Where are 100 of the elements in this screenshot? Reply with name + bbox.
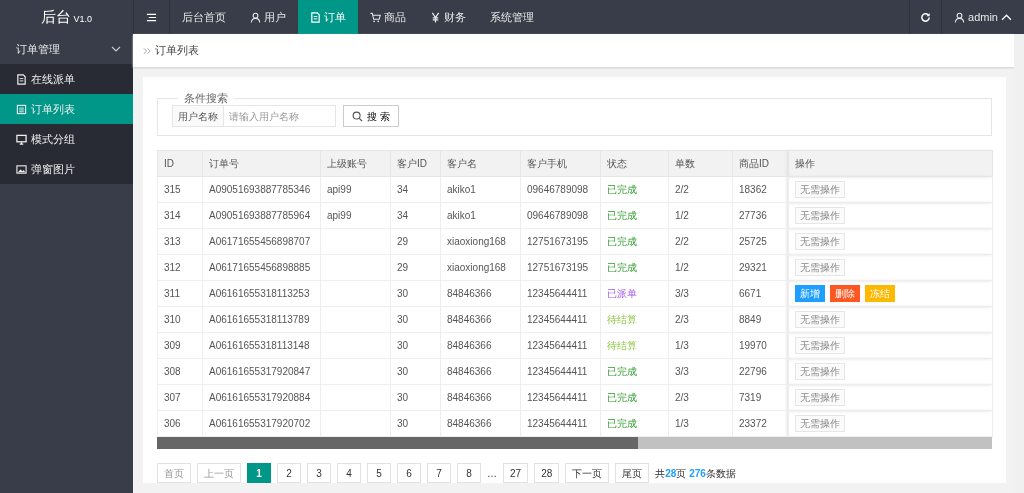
table-cell: 1/3 <box>675 340 689 351</box>
column-header: ID <box>157 150 203 177</box>
table-cell: 2/3 <box>675 392 689 403</box>
page-button[interactable]: 5 <box>367 463 391 483</box>
column-header: 操作 <box>788 150 993 177</box>
page-button[interactable]: 4 <box>337 463 361 483</box>
table-cell: 1/2 <box>675 210 689 221</box>
table-cell: 34 <box>397 184 409 195</box>
table-cell: A09051693887785964 <box>209 210 311 221</box>
status-text: 已派单 <box>607 288 637 299</box>
table-cell: 29 <box>397 236 409 247</box>
table-cell: A06171655456898885 <box>209 262 311 273</box>
pager-nav-button[interactable]: 尾页 <box>615 463 650 483</box>
table-cell: 30 <box>397 314 409 325</box>
sidebar-item[interactable]: 模式分组 <box>0 124 133 154</box>
column-header: 状态 <box>600 150 669 177</box>
page-button[interactable]: 28 <box>534 463 560 483</box>
column-header: 订单号 <box>202 150 321 177</box>
menu-icon <box>146 11 157 23</box>
table-cell: 23372 <box>739 418 767 429</box>
status-text: 已完成 <box>607 184 637 195</box>
page-button[interactable]: 1 <box>247 463 271 483</box>
column-header: 客户手机 <box>520 150 601 177</box>
table-cell: 313 <box>164 236 181 247</box>
cart-icon <box>370 11 381 23</box>
ellipsis-text: … <box>487 466 497 481</box>
status-text: 已完成 <box>607 236 637 247</box>
monitor-icon <box>16 133 27 145</box>
table-cell: 12751673195 <box>527 236 589 247</box>
sidebar-item[interactable]: 弹窗图片 <box>0 154 133 184</box>
table-cell: A06161655317920884 <box>209 392 311 403</box>
table-cell: 30 <box>397 366 409 377</box>
table-cell: 310 <box>164 314 181 325</box>
table-cell: 25725 <box>739 236 767 247</box>
nav-tab[interactable]: 系统管理 <box>478 0 546 34</box>
status-text: 已完成 <box>607 392 637 403</box>
table-cell: 12345644411 <box>527 392 588 403</box>
table-cell: 12345644411 <box>527 314 588 325</box>
table-cell: 84846366 <box>447 418 492 429</box>
page-button[interactable]: 2 <box>277 463 301 483</box>
pager-nav-button[interactable]: 下一页 <box>565 463 610 483</box>
table-cell: xiaoxiong168 <box>447 236 506 247</box>
table-cell: 18362 <box>739 184 767 195</box>
table-cell: 7319 <box>739 392 762 403</box>
version-label: V1.0 <box>73 13 92 24</box>
sidebar-item[interactable]: 在线派单 <box>0 64 133 94</box>
table-cell: 19970 <box>739 340 767 351</box>
table-cell: 29 <box>397 262 409 273</box>
table-cell: A06171655456898707 <box>209 236 311 247</box>
table-cell: 307 <box>164 392 181 403</box>
table-cell: 29321 <box>739 262 767 273</box>
nav-tab[interactable]: 商品 <box>358 0 418 34</box>
image-icon <box>16 163 27 175</box>
table-cell: 22796 <box>739 366 767 377</box>
table-cell: 30 <box>397 340 409 351</box>
chevron-icon <box>111 46 121 52</box>
table-cell: 12345644411 <box>527 288 588 299</box>
horizontal-scrollbar[interactable] <box>157 437 992 449</box>
column-header: 客户ID <box>390 150 441 177</box>
table-cell: api99 <box>327 184 352 195</box>
table-cell: 314 <box>164 210 181 221</box>
table-cell: 84846366 <box>447 314 492 325</box>
status-text: 待结算 <box>607 340 637 351</box>
page-button[interactable]: 8 <box>457 463 481 483</box>
page-button[interactable]: 27 <box>503 463 529 483</box>
table-cell: 30 <box>397 418 409 429</box>
table-cell: 84846366 <box>447 340 492 351</box>
table-cell: 312 <box>164 262 181 273</box>
user-icon <box>954 11 966 23</box>
nav-tab[interactable]: 用户 <box>238 0 298 34</box>
table-cell: akiko1 <box>447 210 476 221</box>
table-cell: 09646789098 <box>527 210 589 221</box>
username-input-field[interactable]: 请输入用户名称 <box>223 105 336 127</box>
list-icon <box>16 103 27 115</box>
table-cell: 30 <box>397 392 409 403</box>
logo-title: 后台 <box>41 6 71 27</box>
status-text: 已完成 <box>607 418 637 429</box>
column-header: 上级账号 <box>320 150 391 177</box>
table-cell: 34 <box>397 210 409 221</box>
table-cell: A06161655318113253 <box>209 288 310 299</box>
caret-icon <box>1001 11 1012 23</box>
page-button[interactable]: 7 <box>427 463 451 483</box>
table-cell: A06161655317920702 <box>209 418 311 429</box>
search-button[interactable]: 搜 索 <box>343 105 399 127</box>
nav-tab[interactable]: 财务 <box>418 0 478 34</box>
table-cell: 12345644411 <box>527 418 588 429</box>
page-button[interactable]: 6 <box>397 463 421 483</box>
table-cell: 308 <box>164 366 181 377</box>
table-cell: A06161655317920847 <box>209 366 311 377</box>
table-cell: 09646789098 <box>527 184 589 195</box>
table-cell: 306 <box>164 418 181 429</box>
vertical-scrollbar[interactable] <box>1014 34 1024 493</box>
table-cell: 1/3 <box>675 418 689 429</box>
table-cell: A09051693887785346 <box>209 184 311 195</box>
nav-tab[interactable]: 订单 <box>298 0 358 34</box>
table-cell: 84846366 <box>447 392 492 403</box>
column-header: 单数 <box>668 150 733 177</box>
table-cell: 2/2 <box>675 236 689 247</box>
table-cell: 309 <box>164 340 181 351</box>
page-button[interactable]: 3 <box>307 463 331 483</box>
